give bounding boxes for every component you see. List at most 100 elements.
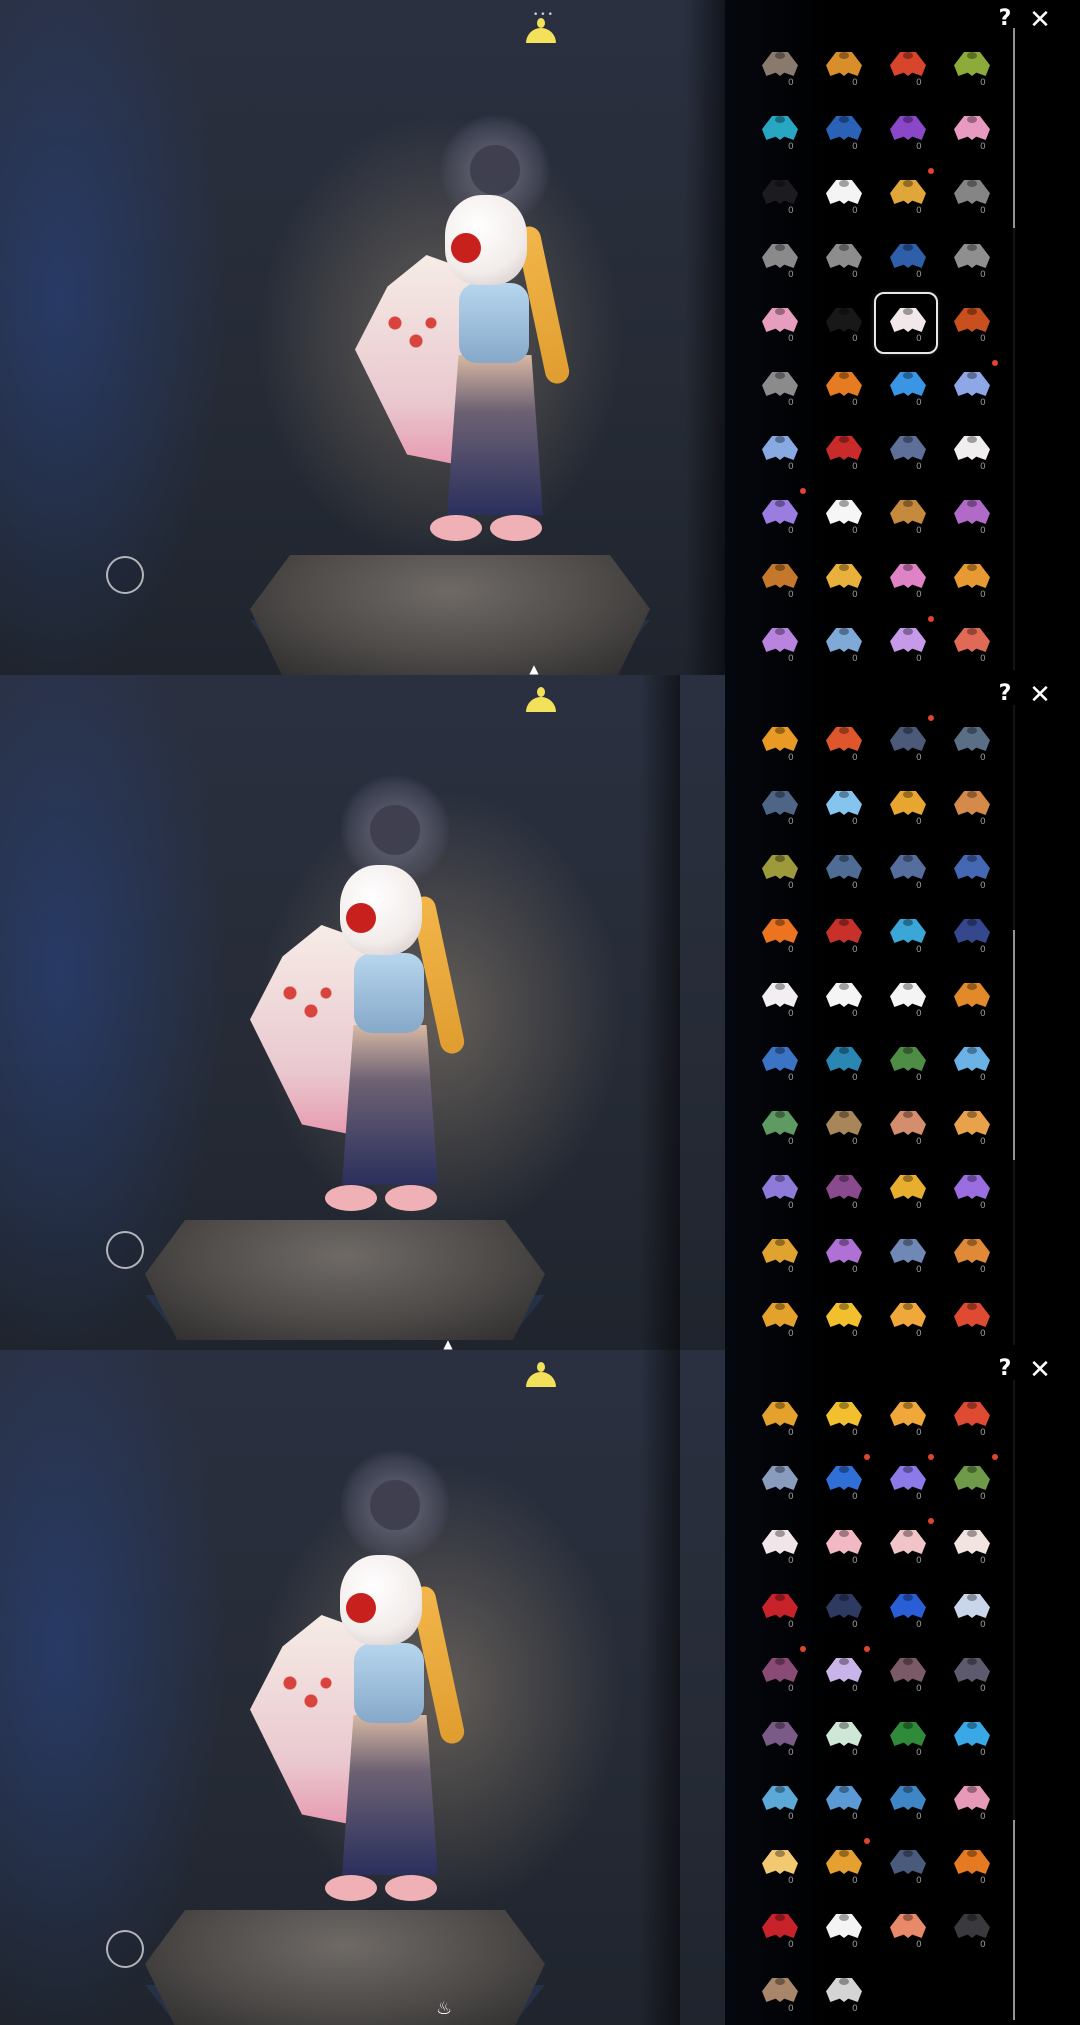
cape-slot[interactable]: 0 [812,1225,872,1283]
cape-slot[interactable]: 0 [876,1580,936,1638]
cape-slot[interactable]: 0 [748,1452,808,1510]
cape-slot[interactable]: 0 [812,1836,872,1894]
flame-icon[interactable]: ♨ [436,2000,452,2018]
cape-slot[interactable]: 0 [812,1900,872,1958]
cape-slot[interactable]: 0 [940,1772,1000,1830]
cape-slot[interactable]: 0 [876,777,936,835]
cape-slot[interactable]: 0 [876,905,936,963]
cape-slot[interactable]: 0 [876,1097,936,1155]
close-button[interactable]: ✕ [1026,681,1054,709]
scroll-up-caret-icon[interactable]: ▲ [526,663,542,675]
cape-slot[interactable]: 0 [876,1289,936,1347]
cape-slot[interactable]: 0 [812,1644,872,1702]
cape-slot[interactable]: 0 [940,614,1000,672]
cape-slot[interactable]: 0 [748,1772,808,1830]
cape-slot[interactable]: 0 [748,1900,808,1958]
cape-slot[interactable]: 0 [876,1225,936,1283]
cape-slot[interactable]: 0 [940,102,1000,160]
cape-slot[interactable]: 0 [748,1097,808,1155]
cape-slot[interactable]: 0 [940,777,1000,835]
camera-circle-button[interactable] [106,1930,144,1968]
cape-slot[interactable]: 0 [812,1289,872,1347]
cape-slot[interactable]: 0 [940,1516,1000,1574]
cape-slot[interactable]: 0 [940,713,1000,771]
cape-slot[interactable]: 0 [812,1516,872,1574]
cape-slot[interactable]: 0 [876,713,936,771]
cape-slot[interactable]: 0 [940,1161,1000,1219]
cape-slot[interactable]: 0 [748,38,808,96]
cape-slot[interactable]: 0 [812,166,872,224]
cape-slot[interactable]: 0 [812,1772,872,1830]
cape-slot[interactable]: 0 [812,1033,872,1091]
cape-slot[interactable]: 0 [748,486,808,544]
player-character[interactable] [250,855,470,1245]
cape-slot[interactable]: 0 [748,1388,808,1446]
cape-slot[interactable]: 0 [812,1452,872,1510]
cape-slot[interactable]: 0 [874,292,938,354]
cape-slot[interactable]: 0 [940,1900,1000,1958]
close-button[interactable]: ✕ [1026,6,1054,34]
cape-slot[interactable]: 0 [940,422,1000,480]
cape-slot[interactable]: 0 [812,102,872,160]
cape-slot[interactable]: 0 [876,1644,936,1702]
cape-slot[interactable]: 0 [940,230,1000,288]
cape-slot[interactable]: 0 [748,1644,808,1702]
cape-slot[interactable]: 0 [748,550,808,608]
cape-slot[interactable]: 0 [812,1161,872,1219]
cape-slot[interactable]: 0 [812,422,872,480]
cape-slot[interactable]: 0 [748,841,808,899]
cape-slot[interactable]: 0 [748,1580,808,1638]
cape-slot[interactable]: 0 [748,1964,808,2022]
cape-slot[interactable]: 0 [940,294,1000,352]
cape-slot[interactable]: 0 [748,230,808,288]
cape-slot[interactable]: 0 [876,1452,936,1510]
cape-slot[interactable]: 0 [876,1772,936,1830]
cape-slot[interactable]: 0 [748,1289,808,1347]
cape-slot[interactable]: 0 [876,1161,936,1219]
cape-slot[interactable]: 0 [876,230,936,288]
winged-light-fan-icon[interactable] [526,687,556,719]
cape-slot[interactable]: 0 [748,1033,808,1091]
cape-slot[interactable]: 0 [812,614,872,672]
cape-slot[interactable]: 0 [812,713,872,771]
scroll-up-caret-icon[interactable]: ▲ [440,1338,456,1350]
cape-slot[interactable]: 0 [940,166,1000,224]
cape-slot[interactable]: 0 [748,1516,808,1574]
cape-slot[interactable]: 0 [940,841,1000,899]
cape-slot[interactable]: 0 [876,1388,936,1446]
cape-slot[interactable]: 0 [812,230,872,288]
cape-slot[interactable]: 0 [940,1452,1000,1510]
cape-slot[interactable]: 0 [748,905,808,963]
cape-slot[interactable]: 0 [940,358,1000,416]
cape-slot[interactable]: 0 [812,1388,872,1446]
cape-slot[interactable]: 0 [748,1708,808,1766]
cape-slot[interactable]: 0 [812,905,872,963]
cape-slot[interactable]: 0 [876,358,936,416]
cape-slot[interactable]: 0 [748,969,808,1027]
cape-slot[interactable]: 0 [812,777,872,835]
camera-circle-button[interactable] [106,556,144,594]
cape-slot[interactable]: 0 [812,1097,872,1155]
cape-slot[interactable]: 0 [876,1900,936,1958]
help-button[interactable]: ? [992,681,1018,707]
cape-slot[interactable]: 0 [940,1033,1000,1091]
cape-slot[interactable]: 0 [876,1708,936,1766]
cape-slot[interactable]: 0 [812,38,872,96]
cape-slot[interactable]: 0 [876,841,936,899]
cape-slot[interactable]: 0 [812,294,872,352]
cape-slot[interactable]: 0 [748,102,808,160]
camera-circle-button[interactable] [106,1231,144,1269]
cape-slot[interactable]: 0 [748,358,808,416]
cape-slot[interactable]: 0 [748,166,808,224]
cape-slot[interactable]: 0 [876,1516,936,1574]
cape-slot[interactable]: 0 [876,969,936,1027]
cape-slot[interactable]: 0 [812,358,872,416]
cape-slot[interactable]: 0 [748,294,808,352]
cape-slot[interactable]: 0 [748,1836,808,1894]
winged-light-fan-icon[interactable] [526,1362,556,1394]
cape-slot[interactable]: 0 [812,1708,872,1766]
close-button[interactable]: ✕ [1026,1356,1054,1384]
cape-slot[interactable]: 0 [748,614,808,672]
cape-slot[interactable]: 0 [940,969,1000,1027]
scrollbar-thumb[interactable] [1013,930,1015,1160]
